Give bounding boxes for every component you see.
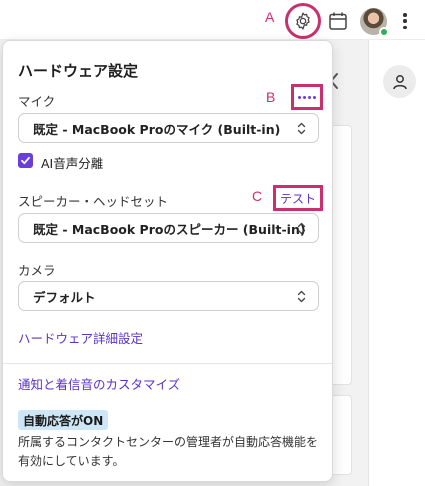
- checkmark-icon: [21, 156, 30, 165]
- divider: [3, 363, 332, 364]
- speaker-test-button[interactable]: テスト: [273, 185, 323, 211]
- select-chevron-icon: [297, 122, 306, 135]
- auto-answer-badge: 自動応答がON: [18, 410, 109, 430]
- right-rail: [368, 40, 425, 486]
- calendar-icon[interactable]: [328, 11, 348, 31]
- auto-answer-description: 所属するコンタクトセンターの管理者が自動応答機能を有効にしています。: [18, 435, 319, 468]
- mic-more-options-button[interactable]: [291, 84, 323, 110]
- mic-select-value: 既定 - MacBook Proのマイク (Built-in): [33, 121, 281, 137]
- speaker-select-value: 既定 - MacBook Proのスピーカー (Built-in): [33, 221, 306, 237]
- select-chevron-icon: [297, 222, 306, 235]
- gear-icon: [296, 12, 310, 30]
- ai-voice-separation-checkbox[interactable]: [18, 153, 33, 168]
- mic-select[interactable]: 既定 - MacBook Proのマイク (Built-in): [18, 113, 319, 143]
- profile-button[interactable]: [383, 65, 416, 98]
- callout-a: A: [265, 9, 275, 25]
- kebab-icon[interactable]: [398, 11, 412, 31]
- person-icon: [392, 74, 407, 89]
- panel-title: ハードウェア設定: [18, 62, 139, 80]
- more-dots-icon: [298, 95, 301, 99]
- callout-b: B: [266, 89, 276, 105]
- camera-select[interactable]: デフォルト: [18, 281, 319, 311]
- camera-select-value: デフォルト: [33, 289, 96, 305]
- mic-label: マイク: [18, 94, 56, 109]
- hardware-advanced-settings-link[interactable]: ハードウェア詳細設定: [18, 328, 143, 347]
- select-chevron-icon: [297, 290, 306, 303]
- camera-label: カメラ: [18, 263, 56, 278]
- settings-button[interactable]: [285, 3, 321, 39]
- callout-c: C: [252, 188, 263, 204]
- hardware-settings-panel: ハードウェア設定 マイク B 既定 - MacBook Proのマイク (Bui…: [2, 40, 333, 482]
- ai-voice-separation-label[interactable]: AI音声分離: [41, 153, 103, 172]
- app-window: A ハードウェア設定 マイク B 既定 - MacBook Proのマイク (B…: [0, 0, 425, 486]
- notifications-ringtone-link[interactable]: 通知と着信音のカスタマイズ: [18, 374, 180, 393]
- online-status-indicator: [379, 27, 389, 37]
- speaker-select[interactable]: 既定 - MacBook Proのスピーカー (Built-in): [18, 213, 319, 243]
- speaker-label: スピーカー・ヘッドセット: [18, 194, 169, 209]
